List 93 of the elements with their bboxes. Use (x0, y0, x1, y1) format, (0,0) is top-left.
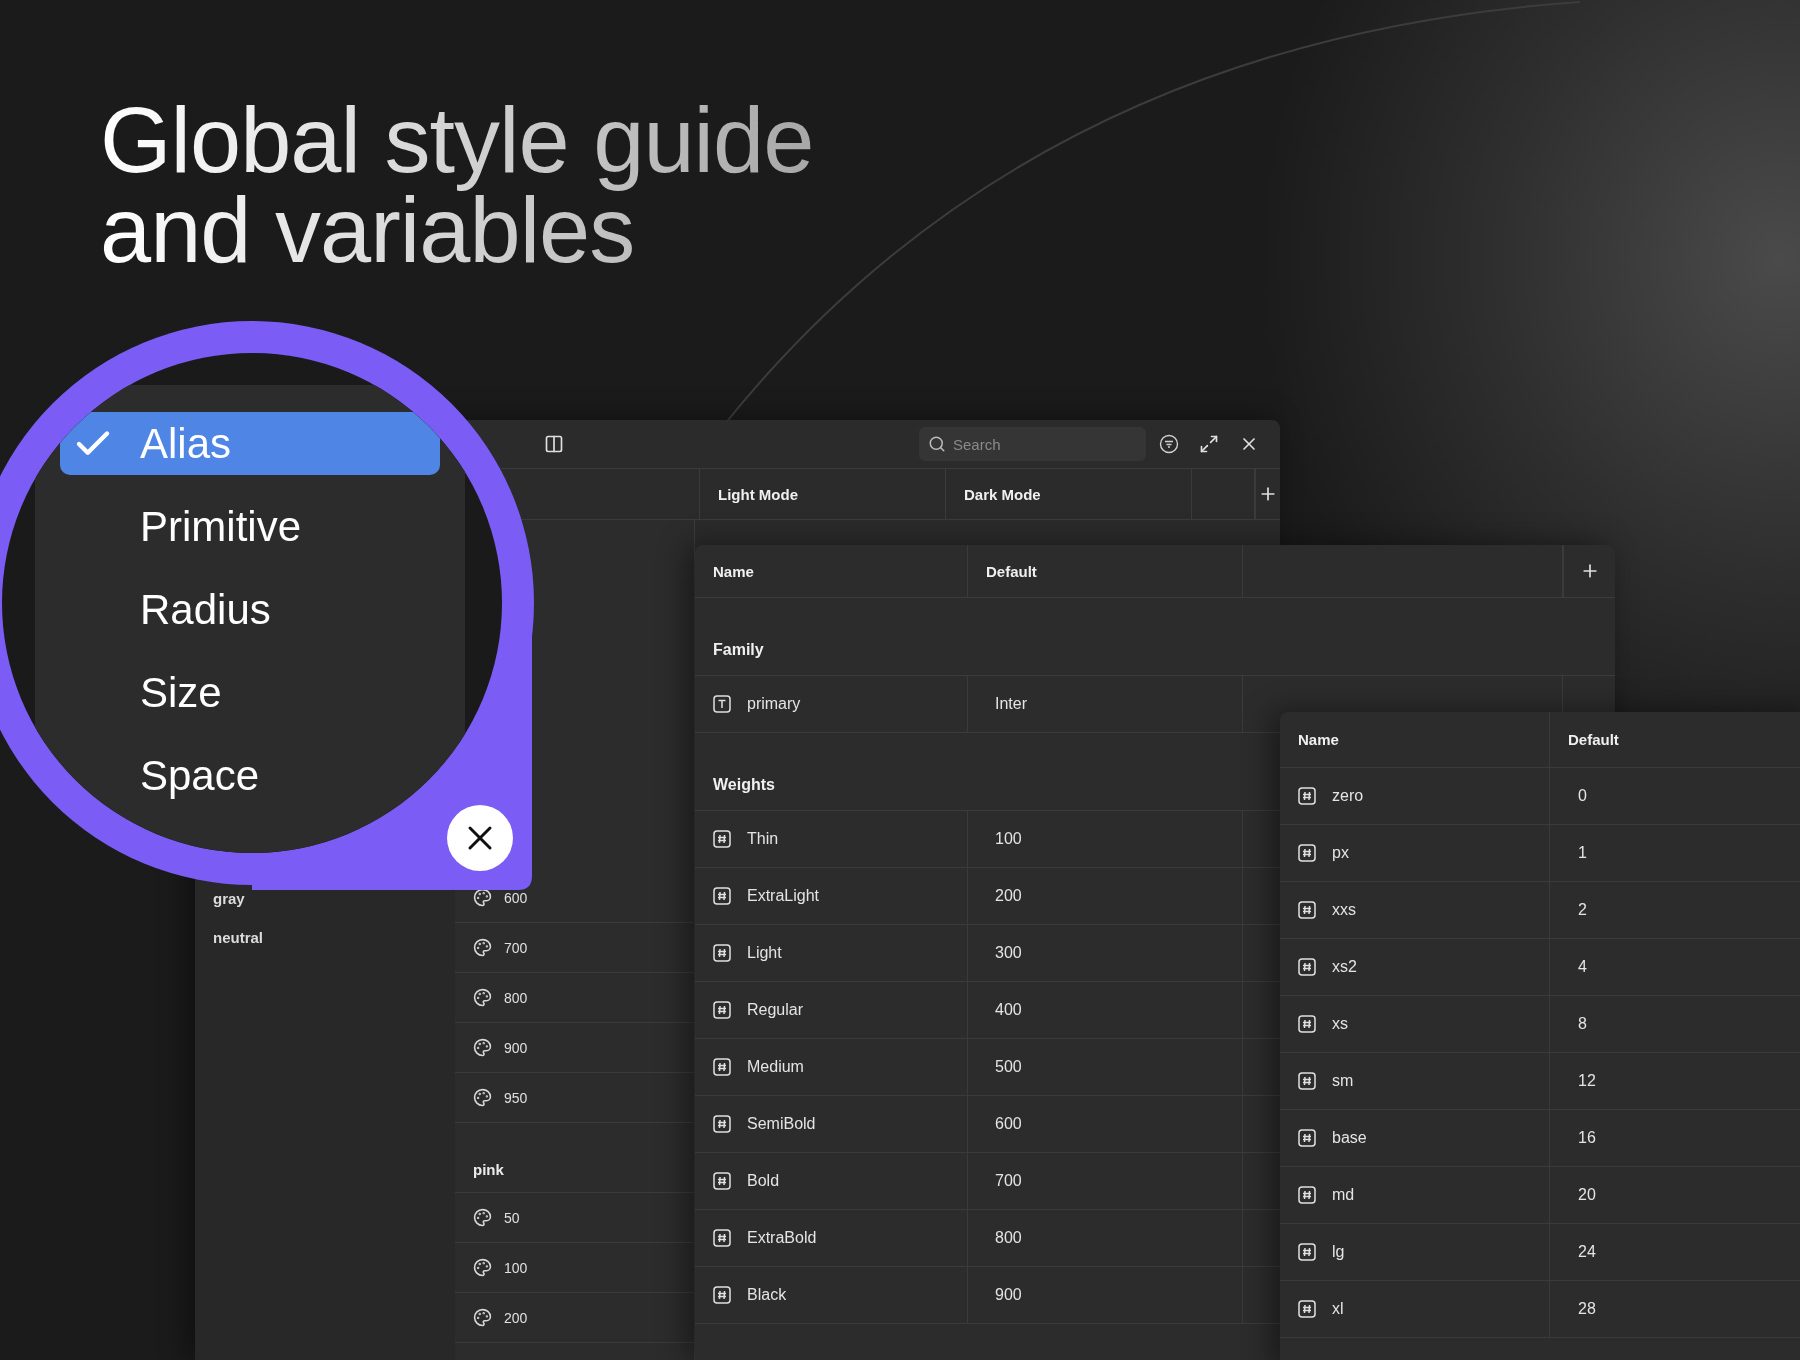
value-cell: 300 (968, 925, 1243, 981)
value-cell-text: 20 (1577, 1185, 1597, 1205)
palette-icon (473, 1258, 492, 1277)
name-cell: Medium (695, 1039, 968, 1095)
hash-icon (713, 1172, 731, 1190)
value-cell-text: 2 (1577, 900, 1588, 920)
hash-icon (1298, 1300, 1316, 1318)
value-cell-text: 12 (1577, 1071, 1597, 1091)
name-cell: ExtraLight (695, 868, 968, 924)
name-cell: Light (695, 925, 968, 981)
menu-item[interactable]: Alias (60, 412, 440, 475)
value-cell-text: 16 (1577, 1128, 1597, 1148)
name-cell: xxs (1280, 882, 1550, 938)
value-cell: 800 (968, 1210, 1243, 1266)
palette-icon (473, 988, 492, 1007)
palette-icon (473, 1088, 492, 1107)
hash-icon (713, 1115, 731, 1133)
name-cell: zero (1280, 768, 1550, 824)
value-cell-text: 28 (1577, 1299, 1597, 1319)
sidebar-item[interactable]: neutral (213, 929, 455, 946)
hash-icon (1298, 1015, 1316, 1033)
value-cell-text: 8 (1577, 1014, 1588, 1034)
hash-icon (713, 1229, 731, 1247)
name-cell: xs2 (1280, 939, 1550, 995)
value-cell: 900 (968, 1267, 1243, 1323)
hash-icon (713, 944, 731, 962)
group-label: pink (473, 1161, 504, 1178)
hash-icon (1298, 958, 1316, 976)
hash-icon (713, 830, 731, 848)
value-cell-text: 0 (1577, 786, 1588, 806)
filter-icon (1159, 434, 1179, 454)
column-header: Name (695, 545, 968, 597)
hash-icon (713, 1286, 731, 1304)
value-cell: 500 (968, 1039, 1243, 1095)
name-cell: primary (695, 676, 968, 732)
value-cell: 200 (968, 868, 1243, 924)
hash-icon (713, 887, 731, 905)
palette-icon (473, 888, 492, 907)
column-header: Name (1280, 712, 1550, 767)
name-cell: xs (1280, 996, 1550, 1052)
swatch-label: 700 (504, 939, 528, 956)
search-field[interactable]: Search (919, 427, 1146, 461)
name-cell: md (1280, 1167, 1550, 1223)
swatch-label: 50 (504, 1209, 520, 1226)
hash-icon (1298, 1186, 1316, 1204)
name-cell: Black (695, 1267, 968, 1323)
hash-icon (1298, 901, 1316, 919)
hash-icon (713, 1058, 731, 1076)
value-cell-text: 24 (1577, 1242, 1597, 1262)
swatch-label: 950 (504, 1089, 528, 1106)
text-icon (713, 695, 731, 713)
menu-item[interactable]: Primitive (128, 495, 313, 558)
name-cell: Bold (695, 1153, 968, 1209)
search-icon (928, 435, 946, 453)
value-cell: 100 (968, 811, 1243, 867)
hash-icon (713, 1001, 731, 1019)
name-cell: px (1280, 825, 1550, 881)
name-cell: xl (1280, 1281, 1550, 1337)
swatch-label: 100 (504, 1259, 528, 1276)
sidebar-item[interactable]: gray (213, 890, 455, 907)
value-cell: 400 (968, 982, 1243, 1038)
hash-icon (1298, 787, 1316, 805)
name-cell: sm (1280, 1053, 1550, 1109)
mode-header: Dark Mode (946, 469, 1192, 519)
name-cell: Thin (695, 811, 968, 867)
value-cell-text: 4 (1577, 957, 1588, 977)
palette-icon (473, 1208, 492, 1227)
mode-header: Light Mode (700, 469, 946, 519)
name-cell: lg (1280, 1224, 1550, 1280)
hash-icon (1298, 1243, 1316, 1261)
menu-item[interactable]: Size (128, 661, 234, 724)
name-cell: SemiBold (695, 1096, 968, 1152)
name-cell: ExtraBold (695, 1210, 968, 1266)
name-cell: Regular (695, 982, 968, 1038)
swatch-label: 900 (504, 1039, 528, 1056)
value-cell: Inter (968, 676, 1243, 732)
swatch-label: 200 (504, 1309, 528, 1326)
palette-icon (473, 938, 492, 957)
menu-item[interactable]: Radius (128, 578, 283, 641)
menu-item[interactable]: Space (128, 744, 272, 807)
swatch-label: 800 (504, 989, 528, 1006)
hash-icon (1298, 1129, 1316, 1147)
value-cell-text: 1 (1577, 843, 1588, 863)
hash-icon (1298, 844, 1316, 862)
section-title: Family (695, 598, 1615, 676)
value-cell: 600 (968, 1096, 1243, 1152)
palette-icon (473, 1038, 492, 1057)
column-header: Default (968, 545, 1243, 597)
palette-icon (473, 1308, 492, 1327)
hash-icon (1298, 1072, 1316, 1090)
value-cell: 700 (968, 1153, 1243, 1209)
name-cell: base (1280, 1110, 1550, 1166)
swatch-label: 600 (504, 889, 528, 906)
